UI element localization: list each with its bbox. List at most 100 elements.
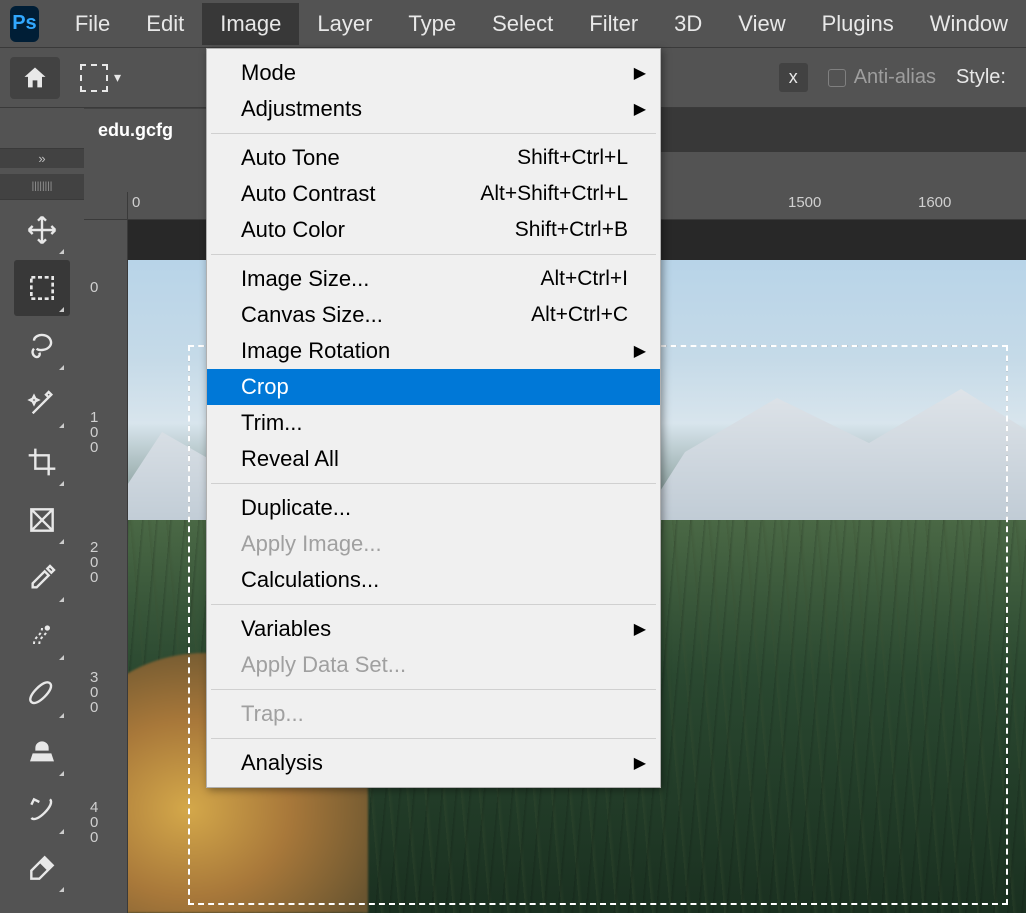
app-logo-text: Ps: [12, 12, 36, 35]
menu-item-label: Analysis: [241, 750, 323, 776]
menu-item-shortcut: Alt+Shift+Ctrl+L: [480, 182, 628, 206]
lasso-tool-icon: [26, 330, 58, 362]
menu-item-apply-image: Apply Image...: [207, 526, 660, 562]
move-tool-icon: [26, 214, 58, 246]
menu-separator: [211, 738, 656, 739]
menu-item-auto-tone[interactable]: Auto Tone Shift+Ctrl+L: [207, 140, 660, 176]
menu-separator: [211, 483, 656, 484]
clone-stamp-tool-icon: [26, 736, 58, 768]
menu-window[interactable]: Window: [912, 3, 1026, 45]
menu-item-label: Trim...: [241, 410, 303, 436]
menu-item-apply-data-set: Apply Data Set...: [207, 647, 660, 683]
submenu-arrow-icon: ▶: [634, 63, 646, 83]
crop-tool[interactable]: [14, 434, 70, 490]
marquee-tool[interactable]: [14, 260, 70, 316]
menu-edit[interactable]: Edit: [128, 3, 202, 45]
frame-tool-icon: [26, 504, 58, 536]
menu-item-label: Auto Tone: [241, 145, 340, 171]
submenu-arrow-icon: ▶: [634, 341, 646, 361]
menu-item-variables[interactable]: Variables▶: [207, 611, 660, 647]
marquee-icon: [80, 64, 108, 92]
menu-item-label: Calculations...: [241, 567, 379, 593]
magic-wand-tool-icon: [26, 388, 58, 420]
menu-item-calculations[interactable]: Calculations...: [207, 562, 660, 598]
eraser-tool[interactable]: [14, 840, 70, 896]
submenu-arrow-icon: ▶: [634, 99, 646, 119]
menubar: Ps FileEditImageLayerTypeSelectFilter3DV…: [0, 0, 1026, 48]
menu-separator: [211, 604, 656, 605]
menu-item-label: Auto Color: [241, 217, 345, 243]
menu-item-canvas-size[interactable]: Canvas Size... Alt+Ctrl+C: [207, 297, 660, 333]
menu-3d[interactable]: 3D: [656, 3, 720, 45]
menu-item-label: Auto Contrast: [241, 181, 376, 207]
home-button[interactable]: [10, 57, 60, 99]
menu-separator: [211, 689, 656, 690]
px-value-box[interactable]: x: [779, 63, 808, 92]
menu-item-label: Apply Image...: [241, 531, 382, 557]
menu-item-analysis[interactable]: Analysis ▶: [207, 745, 660, 781]
menu-item-trim[interactable]: Trim...: [207, 405, 660, 441]
image-menu-dropdown: Mode▶Adjustments▶Auto ToneShift+Ctrl+LAu…: [206, 48, 661, 788]
menu-item-duplicate[interactable]: Duplicate...: [207, 490, 660, 526]
ruler-strip: ||||||||: [0, 174, 84, 200]
tab-title: edu.gcfg: [98, 120, 173, 141]
chevron-down-icon: ▾: [114, 69, 121, 86]
move-tool[interactable]: [14, 202, 70, 258]
checkbox-icon: [828, 69, 846, 87]
menu-item-image-size[interactable]: Image Size...Alt+Ctrl+I: [207, 261, 660, 297]
menu-type[interactable]: Type: [390, 3, 474, 45]
menu-item-label: Variables: [241, 616, 331, 642]
menu-item-label: Crop: [241, 374, 289, 400]
menu-filter[interactable]: Filter: [571, 3, 656, 45]
anti-alias-checkbox[interactable]: Anti-alias: [828, 66, 936, 89]
menu-view[interactable]: View: [720, 3, 803, 45]
menu-item-label: Reveal All: [241, 446, 339, 472]
menu-layer[interactable]: Layer: [299, 3, 390, 45]
style-label: Style:: [956, 66, 1006, 89]
healing-brush-tool-icon: [26, 620, 58, 652]
lasso-tool[interactable]: [14, 318, 70, 374]
ruler-tick: 0: [90, 280, 98, 295]
ruler-tick: 1500: [788, 194, 821, 211]
history-brush-tool-icon: [26, 794, 58, 826]
healing-brush-tool[interactable]: [14, 608, 70, 664]
submenu-arrow-icon: ▶: [634, 753, 646, 773]
menu-item-shortcut: Alt+Ctrl+C: [531, 303, 628, 327]
menu-item-adjustments[interactable]: Adjustments▶: [207, 91, 660, 127]
brush-tool-icon: [26, 678, 58, 710]
ruler-tick: 400: [90, 800, 98, 845]
menu-plugins[interactable]: Plugins: [804, 3, 912, 45]
menu-item-crop[interactable]: Crop: [207, 369, 660, 405]
menu-item-shortcut: Alt+Ctrl+I: [540, 267, 628, 291]
eraser-tool-icon: [26, 852, 58, 884]
history-brush-tool[interactable]: [14, 782, 70, 838]
magic-wand-tool[interactable]: [14, 376, 70, 432]
menu-select[interactable]: Select: [474, 3, 571, 45]
menu-item-shortcut: Shift+Ctrl+L: [517, 146, 628, 170]
ruler-tick: 200: [90, 540, 98, 585]
menu-item-label: Apply Data Set...: [241, 652, 406, 678]
crop-tool-icon: [26, 446, 58, 478]
eyedropper-tool[interactable]: [14, 550, 70, 606]
clone-stamp-tool[interactable]: [14, 724, 70, 780]
menu-item-mode[interactable]: Mode▶: [207, 55, 660, 91]
panel-expand-chevrons[interactable]: »: [0, 148, 84, 168]
ruler-corner: [84, 192, 128, 220]
app-logo[interactable]: Ps: [10, 6, 39, 42]
menu-file[interactable]: File: [57, 3, 128, 45]
menu-item-label: Canvas Size...: [241, 302, 383, 328]
current-tool-indicator[interactable]: ▾: [80, 64, 121, 92]
menu-item-auto-color[interactable]: Auto ColorShift+Ctrl+B: [207, 212, 660, 248]
menu-item-auto-contrast[interactable]: Auto Contrast Alt+Shift+Ctrl+L: [207, 176, 660, 212]
menu-image[interactable]: Image: [202, 3, 299, 45]
menu-item-trap: Trap...: [207, 696, 660, 732]
ruler-tick: 300: [90, 670, 98, 715]
ruler-tick: 100: [90, 410, 98, 455]
ruler-tick: 0: [132, 194, 140, 211]
brush-tool[interactable]: [14, 666, 70, 722]
menu-item-image-rotation[interactable]: Image Rotation▶: [207, 333, 660, 369]
vertical-ruler[interactable]: 0 100 200 300 400: [84, 220, 128, 913]
frame-tool[interactable]: [14, 492, 70, 548]
menu-item-reveal-all[interactable]: Reveal All: [207, 441, 660, 477]
tool-panel: ||||||||: [0, 168, 84, 913]
